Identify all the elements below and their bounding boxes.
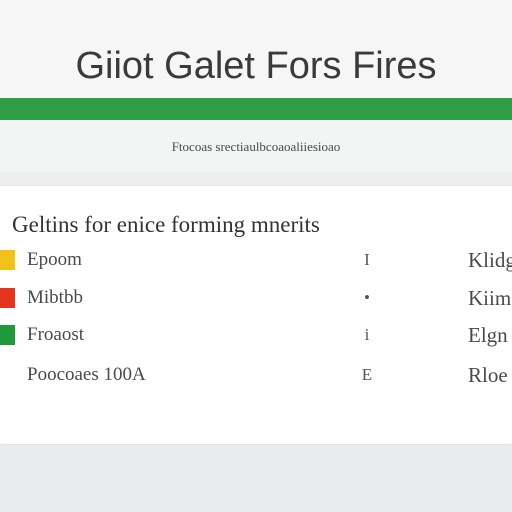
list-row[interactable]: Epoom I Klidg (0, 248, 512, 274)
color-swatch (0, 250, 15, 270)
row-status: Rloe (468, 363, 508, 387)
row-label: Epoom (27, 249, 82, 270)
row-label: Froaost (27, 324, 84, 345)
color-swatch (0, 288, 15, 308)
list-row[interactable]: Poocoaes 100A E Rloe (0, 363, 512, 389)
row-label: Mibtbb (27, 287, 83, 308)
row-value: • (364, 288, 370, 307)
card-heading: Geltins for enice forming mnerits (12, 212, 320, 237)
row-status: Klidg (468, 248, 512, 272)
color-swatch (0, 325, 15, 345)
accent-bar (0, 98, 512, 120)
footer-strip (0, 446, 512, 512)
row-value: E (361, 365, 373, 384)
row-value: I (364, 250, 370, 269)
list-row[interactable]: Froaost i Elgn (0, 323, 512, 349)
row-label: Poocoaes 100A (27, 364, 146, 385)
row-value: i (364, 325, 370, 344)
page-title: Giiot Galet Fors Fires (75, 45, 437, 87)
page-subtitle: Ftocoas srectiaulbcoaoaliiesioao (171, 139, 341, 154)
list-row[interactable]: Mibtbb • Kiimo (0, 286, 512, 312)
row-status: Kiimo (468, 286, 512, 310)
row-status: Elgn (468, 323, 508, 347)
